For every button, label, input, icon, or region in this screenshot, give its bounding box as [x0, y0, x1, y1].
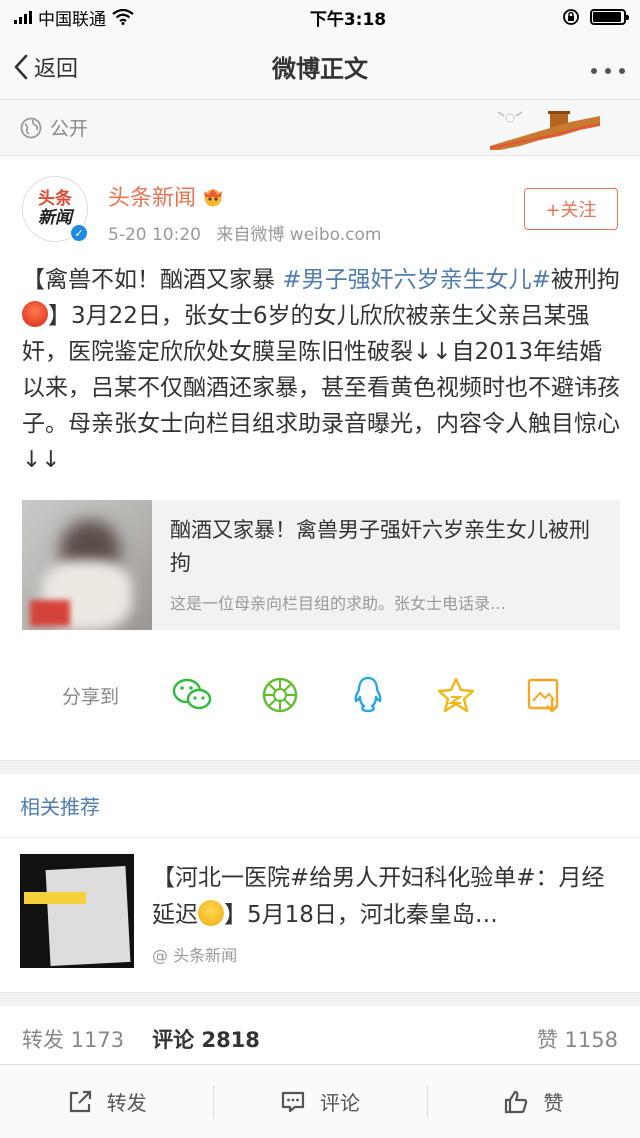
- weibo-post-page: 中国联通 下午3:18 返回 微博正文 公开 头条 新闻 ✓ 头条新闻 5-20…: [0, 0, 640, 1138]
- chevron-left-icon: [14, 54, 28, 79]
- link-card-info: 酗酒又家暴！禽兽男子强奸六岁亲生女儿被刑拘 这是一位母亲向栏目组的求助。张女士电…: [152, 500, 620, 630]
- qzone-icon[interactable]: [434, 673, 478, 717]
- post-time: 5-20 10:20: [108, 225, 201, 245]
- post-text: 【禽兽不如！酗酒又家暴 #男子强奸六岁亲生女儿#被刑拘】3月22日，张女士6岁的…: [0, 262, 640, 478]
- related-item[interactable]: 【河北一医院#给男人开妇科化验单#：月经延迟 】5月18日，河北秦皇岛… @ 头条…: [0, 838, 640, 992]
- post-text-part2: 被刑拘: [550, 267, 620, 293]
- post-text-part3: 】3月22日，张女士6岁的女儿欣欣被亲生父亲吕某强奸，医院鉴定欣欣处女膜呈陈旧性…: [22, 303, 620, 473]
- related-thumbnail: [20, 854, 134, 968]
- more-button[interactable]: [590, 53, 626, 81]
- comment-tab-label: 评论: [152, 1027, 195, 1052]
- back-button[interactable]: 返回: [14, 51, 78, 83]
- avatar[interactable]: 头条 新闻 ✓: [22, 176, 89, 243]
- wifi-icon: [112, 9, 134, 25]
- repost-count: 1173: [70, 1027, 125, 1052]
- author-name: 头条新闻: [108, 186, 197, 211]
- related-source: @ 头条新闻: [152, 946, 238, 965]
- smirk-emoji-icon: [198, 900, 224, 926]
- author-name-row[interactable]: 头条新闻: [108, 180, 382, 212]
- post-text-part1: 【禽兽不如！酗酒又家暴: [22, 267, 283, 293]
- author-row: 头条 新闻 ✓ 头条新闻 5-20 10:20 来自微博 weibo.com +…: [0, 156, 640, 252]
- qq-icon[interactable]: [346, 673, 390, 717]
- post-meta: 5-20 10:20 来自微博 weibo.com: [108, 220, 382, 245]
- save-image-icon[interactable]: [522, 673, 566, 717]
- avatar-text-bottom: 新闻: [38, 208, 72, 228]
- status-bar: 中国联通 下午3:18: [0, 0, 640, 34]
- clock: 下午3:18: [309, 9, 387, 30]
- like-count: 1158: [564, 1027, 618, 1052]
- link-card-title: 酗酒又家暴！禽兽男子强奸六岁亲生女儿被刑拘: [170, 518, 590, 575]
- great-wall-decoration-icon: [490, 111, 600, 150]
- follow-button[interactable]: +关注: [524, 188, 618, 230]
- link-card[interactable]: 酗酒又家暴！禽兽男子强奸六岁亲生女儿被刑拘 这是一位母亲向栏目组的求助。张女士电…: [22, 500, 620, 630]
- related-title: 【河北一医院#给男人开妇科化验单#：月经延迟 】5月18日，河北秦皇岛…: [152, 860, 620, 934]
- share-label: 分享到: [62, 685, 120, 708]
- repost-button-label: 转发: [106, 1091, 147, 1115]
- section-divider: [0, 760, 640, 774]
- related-title-part2: 】5月18日，河北秦皇岛…: [224, 902, 498, 928]
- author-info: 头条新闻 5-20 10:20 来自微博 weibo.com: [108, 176, 382, 252]
- comment-icon: [281, 1091, 305, 1112]
- visibility-label: 公开: [50, 118, 89, 140]
- battery-fill: [592, 12, 622, 22]
- wechat-icon[interactable]: [170, 673, 214, 717]
- hashtag-link[interactable]: #男子强奸六岁亲生女儿#: [282, 267, 551, 293]
- status-bar-left: 中国联通: [14, 5, 134, 30]
- stats-tabs: 转发 1173 评论 2818 赞 1158: [0, 1006, 640, 1072]
- angry-emoji-icon: [22, 301, 48, 327]
- vip-crown-icon: [204, 189, 223, 207]
- link-card-thumbnail: [22, 500, 152, 630]
- more-dots-icon: [591, 67, 625, 74]
- post-source: 来自微博 weibo.com: [216, 225, 382, 245]
- status-bar-right: [562, 8, 629, 26]
- like-button[interactable]: 赞: [426, 1065, 640, 1138]
- tab-comments[interactable]: 评论 2818: [152, 1024, 260, 1054]
- signal-icon: [14, 10, 32, 24]
- share-row: 分享到: [0, 630, 640, 760]
- battery-icon: [589, 9, 629, 25]
- tab-likes[interactable]: 赞 1158: [537, 1024, 618, 1054]
- related-section: 相关推荐 【河北一医院#给男人开妇科化验单#：月经延迟 】5月18日，河北秦皇岛……: [0, 774, 640, 992]
- like-tab-label: 赞: [536, 1027, 558, 1052]
- nav-bar: 返回 微博正文: [0, 34, 640, 100]
- link-card-desc: 这是一位母亲向栏目组的求助。张女士电话录…: [170, 594, 507, 613]
- thumbs-up-icon: [505, 1090, 528, 1113]
- post-card: 头条 新闻 ✓ 头条新闻 5-20 10:20 来自微博 weibo.com +…: [0, 156, 640, 760]
- comment-button[interactable]: 评论: [213, 1065, 426, 1138]
- page-title: 微博正文: [272, 55, 368, 83]
- comment-button-label: 评论: [319, 1091, 360, 1115]
- back-label: 返回: [34, 56, 79, 82]
- tab-reposts[interactable]: 转发 1173: [22, 1024, 124, 1054]
- visibility-bar: 公开: [0, 100, 640, 156]
- comment-count: 2818: [201, 1027, 260, 1052]
- related-heading: 相关推荐: [0, 774, 640, 838]
- repost-icon: [69, 1090, 91, 1112]
- repost-tab-label: 转发: [22, 1027, 64, 1052]
- avatar-text-top: 头条: [38, 189, 72, 209]
- bottom-toolbar: 转发 评论 赞: [0, 1064, 640, 1138]
- related-info: 【河北一医院#给男人开妇科化验单#：月经延迟 】5月18日，河北秦皇岛… @ 头条…: [152, 854, 620, 968]
- orientation-lock-icon: [563, 9, 579, 25]
- section-divider-2: [0, 992, 640, 1006]
- like-button-label: 赞: [543, 1091, 564, 1115]
- verified-badge-icon: ✓: [69, 223, 89, 243]
- moments-icon[interactable]: [258, 673, 302, 717]
- globe-icon: [20, 117, 42, 138]
- carrier-label: 中国联通: [38, 9, 106, 30]
- repost-button[interactable]: 转发: [0, 1065, 213, 1138]
